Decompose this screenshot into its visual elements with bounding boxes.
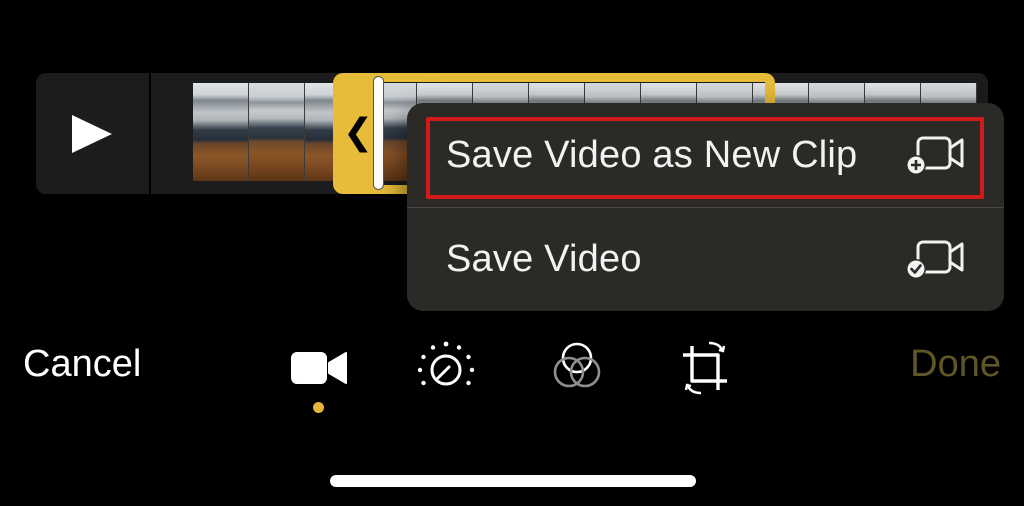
save-menu: Save Video as New Clip Save Video (407, 103, 1004, 311)
active-tool-indicator (313, 402, 324, 413)
done-button[interactable]: Done (910, 343, 1001, 386)
playhead[interactable] (374, 77, 383, 189)
play-button[interactable] (36, 73, 148, 194)
highlight-annotation (426, 117, 984, 199)
timeline-divider (149, 73, 151, 194)
timeline-frame (249, 83, 305, 181)
chevron-left-icon[interactable]: ❮ (343, 113, 373, 153)
video-check-icon (906, 240, 964, 279)
adjust-tool-button[interactable] (414, 340, 478, 396)
timeline-frame (193, 83, 249, 181)
crop-rotate-icon (683, 341, 727, 395)
save-video-item[interactable]: Save Video (407, 207, 1004, 311)
cancel-button[interactable]: Cancel (23, 343, 141, 386)
adjust-dial-icon (417, 341, 475, 386)
filters-icon (553, 342, 601, 388)
video-tool-button[interactable] (287, 340, 351, 396)
menu-item-label: Save Video (446, 237, 642, 280)
filters-tool-button[interactable] (544, 340, 608, 396)
crop-tool-button[interactable] (673, 340, 737, 396)
home-indicator[interactable] (330, 475, 696, 487)
video-camera-icon (291, 352, 347, 384)
play-icon (72, 114, 112, 153)
